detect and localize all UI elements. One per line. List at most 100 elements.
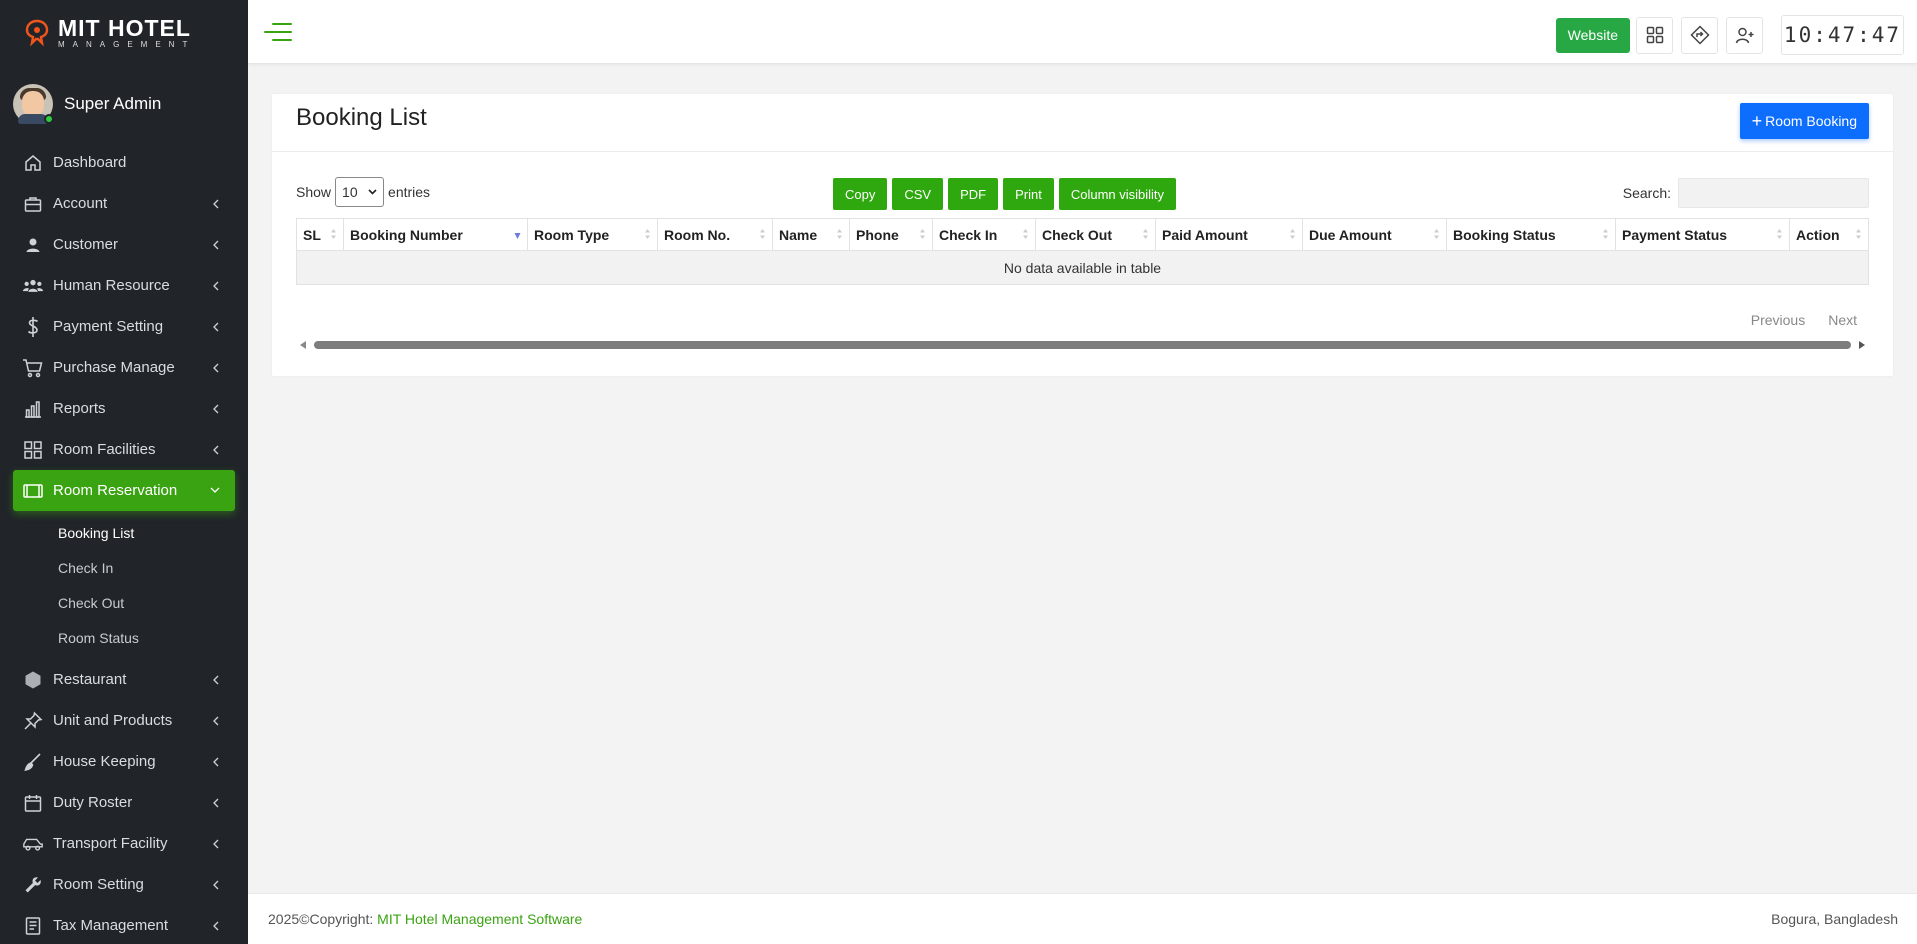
website-button[interactable]: Website — [1555, 17, 1630, 53]
receipt-icon — [22, 915, 44, 937]
column-header-check-in[interactable]: Check In — [932, 218, 1036, 251]
page-title: Booking List — [296, 104, 427, 131]
sidebar-item-restaurant[interactable]: Restaurant — [0, 659, 248, 700]
chevron-left-icon — [210, 240, 220, 250]
column-header-action[interactable]: Action — [1789, 218, 1869, 251]
sidebar-nav-lower: Restaurant Unit and Products House Keepi… — [0, 659, 248, 944]
booking-list-card: Booking List + Room Booking Show 10 entr… — [272, 94, 1893, 376]
entries-label: entries — [388, 184, 431, 200]
topbar: Website 10:47:47 — [248, 0, 1917, 64]
sidebar-item-label: Dashboard — [53, 154, 127, 171]
previous-page-button[interactable]: Previous — [1751, 312, 1805, 328]
sort-icon — [1143, 229, 1148, 239]
pin-icon — [22, 710, 44, 732]
print-button[interactable]: Print — [1003, 178, 1054, 210]
chevron-left-icon — [210, 839, 220, 849]
room-booking-button[interactable]: + Room Booking — [1739, 103, 1869, 139]
entries-select-value: 10 — [342, 184, 358, 200]
sort-icon — [1603, 229, 1608, 239]
column-header-payment-status[interactable]: Payment Status — [1615, 218, 1790, 251]
column-header-room-no[interactable]: Room No. — [657, 218, 773, 251]
submenu-item-check-in[interactable]: Check In — [0, 550, 248, 585]
wrench-icon — [22, 874, 44, 896]
sidebar-item-payment-setting[interactable]: Payment Setting — [0, 306, 248, 347]
horizontal-scrollbar[interactable] — [300, 341, 1865, 349]
sort-icon — [1777, 229, 1782, 239]
chevron-left-icon — [210, 199, 220, 209]
calendar-icon — [22, 792, 44, 814]
footer-link[interactable]: MIT Hotel Management Software — [377, 911, 582, 927]
home-icon — [22, 152, 44, 174]
sidebar-item-label: Duty Roster — [53, 794, 133, 811]
submenu-item-room-status[interactable]: Room Status — [0, 620, 248, 655]
bar-chart-icon — [22, 398, 44, 420]
sidebar-item-tax-management[interactable]: Tax Management — [0, 905, 248, 944]
add-user-icon[interactable] — [1726, 16, 1763, 54]
sidebar: MIT HOTEL MANAGEMENT Super Admin Dashboa… — [0, 0, 248, 944]
column-header-check-out[interactable]: Check Out — [1035, 218, 1156, 251]
sidebar-item-room-setting[interactable]: Room Setting — [0, 864, 248, 905]
column-header-paid-amount[interactable]: Paid Amount — [1155, 218, 1303, 251]
car-icon — [22, 833, 44, 855]
sort-icon — [920, 229, 925, 239]
entries-select[interactable]: 10 — [335, 177, 385, 207]
sidebar-item-room-facilities[interactable]: Room Facilities — [0, 429, 248, 470]
sidebar-item-account[interactable]: Account — [0, 183, 248, 224]
sort-icon — [1856, 229, 1861, 239]
sidebar-item-customer[interactable]: Customer — [0, 224, 248, 265]
booking-table: SL Booking Number Room Type Room No. Nam… — [296, 218, 1869, 285]
brand-title-part1: MIT — [58, 15, 108, 41]
chevron-left-icon — [210, 757, 220, 767]
column-header-room-type[interactable]: Room Type — [527, 218, 658, 251]
menu-toggle-icon[interactable] — [264, 20, 292, 44]
sidebar-item-dashboard[interactable]: Dashboard — [0, 142, 248, 183]
users-icon — [22, 275, 44, 297]
sort-desc-icon — [514, 233, 521, 239]
scrollbar-thumb[interactable] — [314, 341, 1851, 349]
column-header-due-amount[interactable]: Due Amount — [1302, 218, 1447, 251]
digital-clock: 10:47:47 — [1781, 15, 1904, 55]
sidebar-item-house-keeping[interactable]: House Keeping — [0, 741, 248, 782]
directions-icon[interactable] — [1681, 16, 1718, 54]
search-label: Search: — [1622, 185, 1671, 201]
sort-icon — [837, 229, 842, 239]
column-header-phone[interactable]: Phone — [849, 218, 933, 251]
apps-grid-icon[interactable] — [1636, 16, 1673, 54]
scroll-right-icon[interactable] — [1859, 341, 1865, 349]
sidebar-item-human-resource[interactable]: Human Resource — [0, 265, 248, 306]
chevron-down-icon — [368, 189, 377, 195]
sidebar-item-purchase-manage[interactable]: Purchase Manage — [0, 347, 248, 388]
column-header-sl[interactable]: SL — [296, 218, 344, 251]
sidebar-item-unit-and-products[interactable]: Unit and Products — [0, 700, 248, 741]
sidebar-item-duty-roster[interactable]: Duty Roster — [0, 782, 248, 823]
column-header-name[interactable]: Name — [772, 218, 850, 251]
submenu-item-booking-list[interactable]: Booking List — [0, 515, 248, 550]
plus-icon: + — [1751, 111, 1763, 131]
pdf-button[interactable]: PDF — [948, 178, 999, 210]
csv-button[interactable]: CSV — [892, 178, 944, 210]
column-header-booking-number[interactable]: Booking Number — [343, 218, 528, 251]
copy-button[interactable]: Copy — [833, 178, 888, 210]
sidebar-item-label: Room Setting — [53, 876, 144, 893]
submenu-item-check-out[interactable]: Check Out — [0, 585, 248, 620]
sidebar-item-transport-facility[interactable]: Transport Facility — [0, 823, 248, 864]
sidebar-item-label: Payment Setting — [53, 318, 164, 335]
avatar — [13, 84, 54, 124]
column-visibility-button[interactable]: Column visibility — [1058, 178, 1177, 210]
chevron-left-icon — [210, 404, 220, 414]
sidebar-item-reports[interactable]: Reports — [0, 388, 248, 429]
cart-icon — [22, 357, 44, 379]
sort-icon — [1023, 229, 1028, 239]
sidebar-item-label: Account — [53, 195, 108, 212]
search-input[interactable] — [1678, 178, 1869, 208]
next-page-button[interactable]: Next — [1828, 312, 1857, 328]
sidebar-item-label: Unit and Products — [53, 712, 173, 729]
scroll-left-icon[interactable] — [300, 341, 306, 349]
user-profile[interactable]: Super Admin — [0, 66, 248, 142]
table-row: No data available in table — [296, 250, 1869, 285]
brand-logo[interactable]: MIT HOTEL MANAGEMENT — [0, 0, 248, 66]
sidebar-item-room-reservation[interactable]: Room Reservation — [13, 470, 235, 511]
hexagon-icon — [22, 669, 44, 691]
sidebar-item-label: Customer — [53, 236, 119, 253]
column-header-booking-status[interactable]: Booking Status — [1446, 218, 1616, 251]
